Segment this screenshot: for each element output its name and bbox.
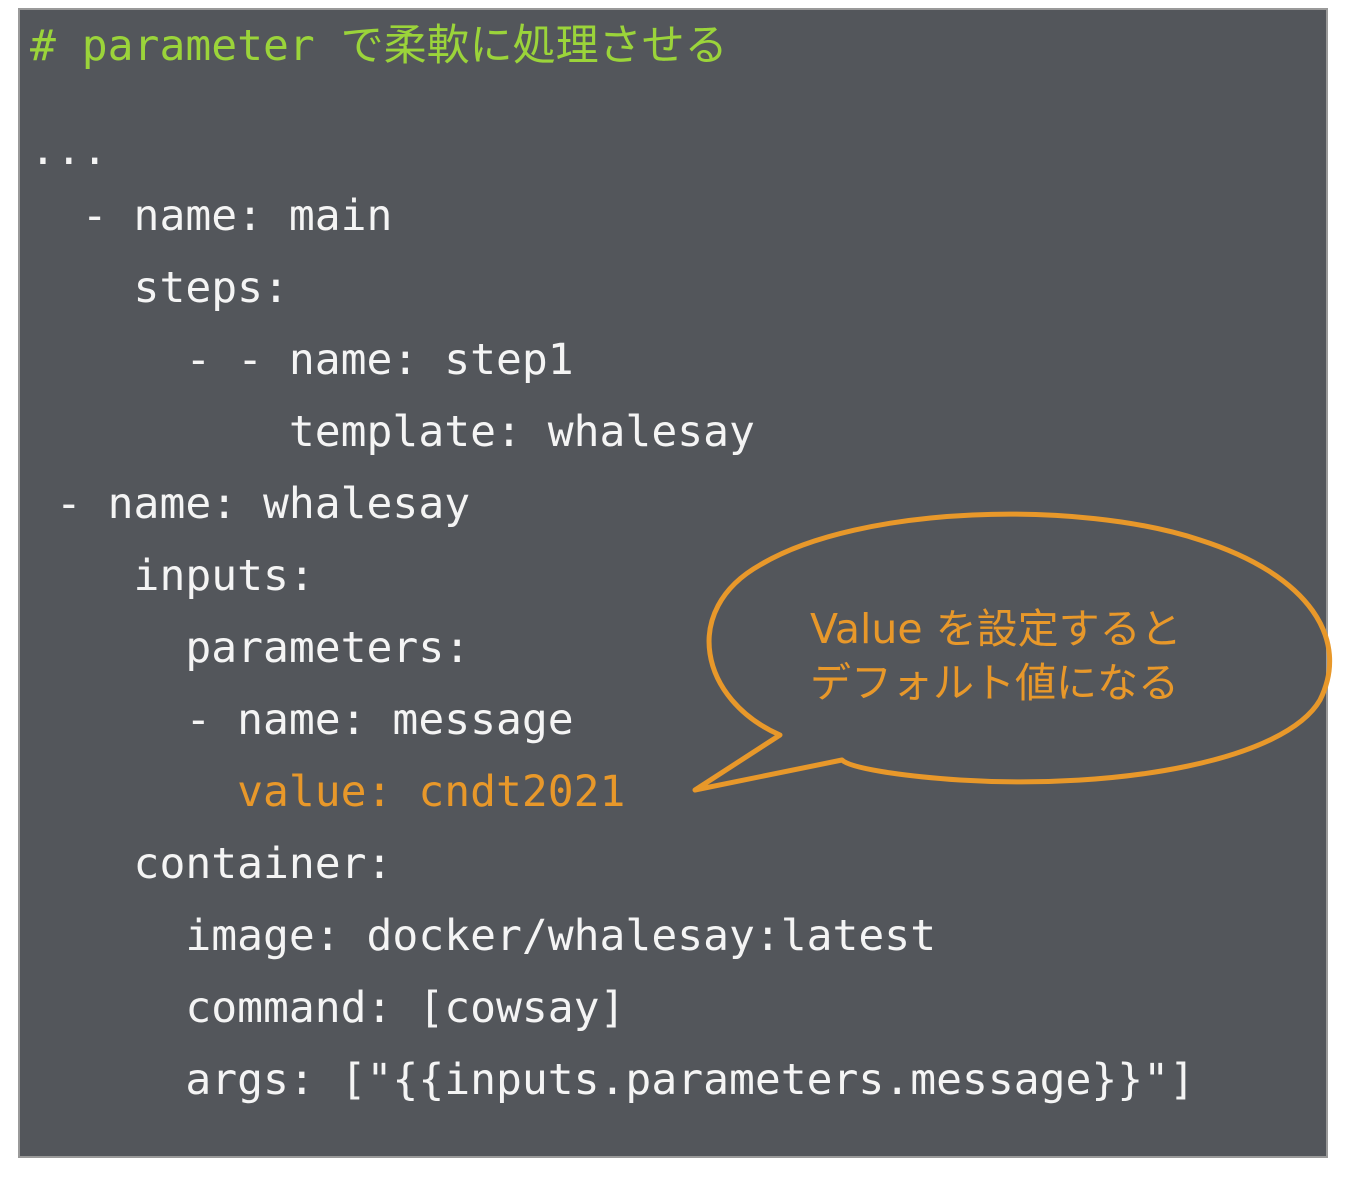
callout-line-1: Value を設定すると	[810, 605, 1182, 653]
code-line-image: image: docker/whalesay:latest	[30, 911, 937, 961]
code-line-template: template: whalesay	[30, 407, 755, 457]
code-line-step1: - - name: step1	[30, 335, 574, 385]
code-line-value: value: cndt2021	[30, 767, 626, 817]
code-comment: # parameter で柔軟に処理させる	[30, 21, 728, 71]
code-line-command: command: [cowsay]	[30, 983, 626, 1033]
code-line-name-message: - name: message	[30, 695, 574, 745]
callout-text: Value を設定すると デフォルト値になる	[810, 602, 1240, 710]
page: # parameter で柔軟に処理させる ... - name: main s…	[0, 0, 1346, 1178]
code-line-container: container:	[30, 839, 393, 889]
code-line-args: args: ["{{inputs.parameters.message}}"]	[30, 1055, 1195, 1105]
code-line-name-main: - name: main	[30, 191, 393, 241]
code-line-parameters: parameters:	[30, 623, 471, 673]
code-line-steps: steps:	[30, 263, 289, 313]
code-line-inputs: inputs:	[30, 551, 315, 601]
callout-line-2: デフォルト値になる	[810, 659, 1179, 707]
code-line-ellipsis: ...	[30, 125, 108, 175]
code-line-name-whalesay: - name: whalesay	[30, 479, 471, 529]
